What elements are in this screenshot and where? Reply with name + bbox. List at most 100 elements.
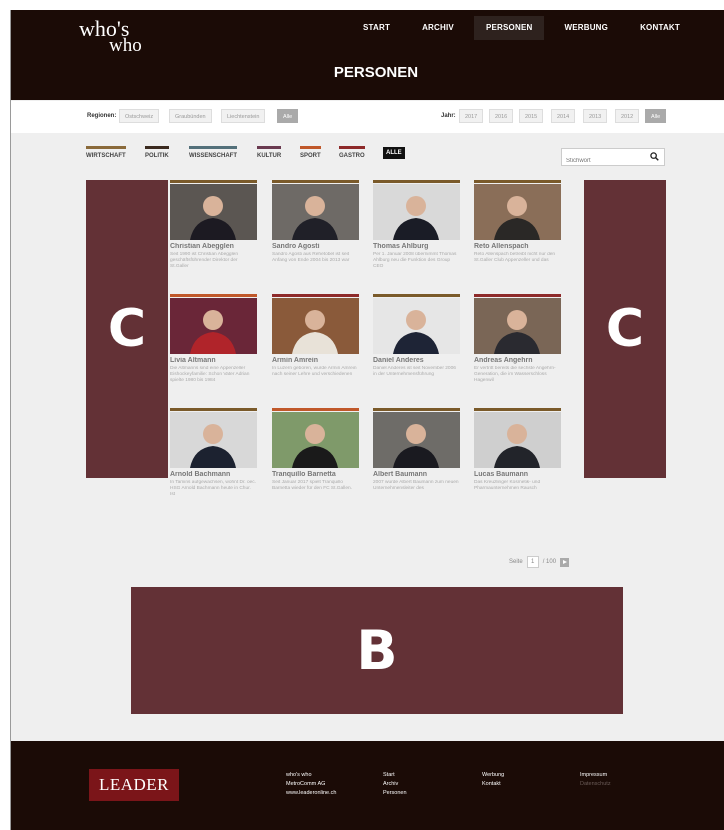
leader-logo[interactable]: LEADER: [89, 769, 179, 801]
ad-left[interactable]: C: [86, 180, 168, 478]
person-card[interactable]: Livia Altmann Die Altmanns sind eine Appe…: [170, 294, 257, 385]
ad-right[interactable]: C: [584, 180, 666, 478]
year-2013[interactable]: 2013: [583, 109, 608, 123]
person-name[interactable]: Sandro Agosti: [272, 243, 359, 250]
person-photo[interactable]: [272, 412, 359, 468]
search-input[interactable]: [562, 153, 644, 169]
person-description: Die Altmanns sind eine Appenzeller Eisho…: [170, 366, 250, 384]
category-kultur[interactable]: KULTUR: [257, 146, 282, 159]
region-graubuenden[interactable]: Graubünden: [169, 109, 212, 123]
person-photo[interactable]: [170, 298, 257, 354]
person-photo[interactable]: [170, 412, 257, 468]
footer-link-datenschutz[interactable]: Datenschutz: [580, 780, 611, 789]
category-color-bar: [170, 180, 257, 183]
year-2017[interactable]: 2017: [459, 109, 484, 123]
person-name[interactable]: Armin Amrein: [272, 357, 359, 364]
search-icon[interactable]: [650, 152, 659, 161]
region-alle[interactable]: Alle: [277, 109, 299, 123]
footer-link-start[interactable]: Start: [383, 771, 407, 780]
whos-who-logo[interactable]: who's who: [79, 18, 142, 56]
person-description: Seit Januar 2017 spielt Tranquillo Barne…: [272, 480, 352, 492]
person-name[interactable]: Livia Altmann: [170, 357, 257, 364]
person-card[interactable]: Sandro Agosti Sandro Agosti aus Rehetobel…: [272, 180, 359, 271]
filter-bar: Regionen: Ostschweiz Graubünden Liechten…: [11, 101, 724, 133]
nav-werbung[interactable]: WERBUNG: [552, 16, 620, 40]
person-name[interactable]: Christian Abegglen: [170, 243, 257, 250]
footer-link-kontakt[interactable]: Kontakt: [482, 780, 504, 789]
person-card[interactable]: Albert Baumann 2007 wurde Albert Baumann …: [373, 408, 460, 499]
person-photo[interactable]: [272, 298, 359, 354]
footer-link-werbung[interactable]: Werbung: [482, 771, 504, 780]
person-photo[interactable]: [474, 184, 561, 240]
nav-archiv[interactable]: ARCHIV: [410, 16, 466, 40]
person-card[interactable]: Christian Abegglen Seit 1990 ist Christia…: [170, 180, 257, 271]
person-description: Seit 1990 ist Christian Abegglen geschäf…: [170, 252, 238, 270]
person-name[interactable]: Andreas Angehrn: [474, 357, 561, 364]
person-card[interactable]: Tranquillo Barnetta Seit Januar 2017 spie…: [272, 408, 359, 499]
person-name[interactable]: Reto Allenspach: [474, 243, 561, 250]
person-card[interactable]: Daniel Anderes Daniel Anderes ist seit No…: [373, 294, 460, 385]
person-photo[interactable]: [373, 298, 460, 354]
footer-link-archiv[interactable]: Archiv: [383, 780, 407, 789]
footer-col-nav: Start Archiv Personen: [383, 771, 407, 798]
category-color-bar: [373, 294, 460, 297]
person-name[interactable]: Arnold Bachmann: [170, 471, 257, 478]
person-name[interactable]: Tranquillo Barnetta: [272, 471, 359, 478]
year-2015[interactable]: 2015: [519, 109, 544, 123]
person-photo[interactable]: [373, 412, 460, 468]
region-ostschweiz[interactable]: Ostschweiz: [119, 109, 160, 123]
category-color-bar: [474, 408, 561, 411]
person-description: Das Kreuzlinger Kosmetik- und Pharmaunte…: [474, 480, 541, 492]
person-card[interactable]: Reto Allenspach Reto Allenspach betreibt …: [474, 180, 561, 271]
person-name[interactable]: Lucas Baumann: [474, 471, 561, 478]
footer-link-personen[interactable]: Personen: [383, 789, 407, 798]
year-2014[interactable]: 2014: [551, 109, 576, 123]
category-color-bar: [170, 294, 257, 297]
person-card[interactable]: Arnold Bachmann In Tamins aufgewachsen, w…: [170, 408, 257, 499]
person-name[interactable]: Albert Baumann: [373, 471, 460, 478]
nav-personen[interactable]: PERSONEN: [473, 16, 545, 40]
category-wissenschaft[interactable]: WISSENSCHAFT: [189, 146, 237, 159]
next-page-icon[interactable]: [560, 557, 570, 567]
category-color-bar: [272, 294, 359, 297]
footer-link[interactable]: www.leaderonline.ch: [286, 789, 336, 798]
person-photo[interactable]: [170, 184, 257, 240]
category-alle[interactable]: ALLE: [383, 147, 405, 159]
person-card[interactable]: Andreas Angehrn Er vertritt bereits die s…: [474, 294, 561, 385]
region-liechtenstein[interactable]: Liechtenstein: [221, 109, 266, 123]
footer-col-ads: Werbung Kontakt: [482, 771, 504, 789]
main-nav: START ARCHIV PERSONEN WERBUNG KONTAKT: [351, 16, 700, 40]
footer-link[interactable]: who's who: [286, 771, 336, 780]
page-number-input[interactable]: 1: [526, 556, 539, 568]
year-2012[interactable]: 2012: [615, 109, 640, 123]
footer-link-impressum[interactable]: Impressum: [580, 771, 611, 780]
category-color-bar: [272, 180, 359, 183]
year-2016[interactable]: 2016: [489, 109, 514, 123]
category-sport[interactable]: SPORT: [300, 146, 321, 159]
year-alle[interactable]: Alle: [645, 109, 667, 123]
person-photo[interactable]: [474, 298, 561, 354]
person-photo[interactable]: [474, 412, 561, 468]
ad-bottom[interactable]: B: [131, 587, 623, 714]
footer-col-legal: Impressum Datenschutz: [580, 771, 611, 789]
nav-start[interactable]: START: [351, 16, 402, 40]
person-photo[interactable]: [373, 184, 460, 240]
person-name[interactable]: Daniel Anderes: [373, 357, 460, 364]
category-politik[interactable]: POLITIK: [145, 146, 169, 159]
category-gastro[interactable]: GASTRO: [339, 146, 365, 159]
pagination: Seite 1 / 100: [509, 556, 570, 568]
person-card[interactable]: Armin Amrein In Luzern geboren, wurde Arm…: [272, 294, 359, 385]
person-card[interactable]: Lucas Baumann Das Kreuzlinger Kosmetik- u…: [474, 408, 561, 499]
person-description: Daniel Anderes ist seit November 2006 in…: [373, 366, 456, 378]
category-color-bar: [170, 408, 257, 411]
person-card[interactable]: Thomas Ahlburg Per 1. Januar 2008 übernim…: [373, 180, 460, 271]
person-description: Per 1. Januar 2008 übernimmt Thomas Ahlb…: [373, 252, 457, 270]
person-name[interactable]: Thomas Ahlburg: [373, 243, 460, 250]
nav-kontakt[interactable]: KONTAKT: [628, 16, 692, 40]
person-description: Sandro Agosti aus Rehetobel ist seit Anf…: [272, 252, 350, 264]
person-photo[interactable]: [272, 184, 359, 240]
site-header: who's who START ARCHIV PERSONEN WERBUNG …: [11, 10, 724, 100]
category-color-bar: [272, 408, 359, 411]
category-color-bar: [373, 180, 460, 183]
category-wirtschaft[interactable]: WIRTSCHAFT: [86, 146, 126, 159]
